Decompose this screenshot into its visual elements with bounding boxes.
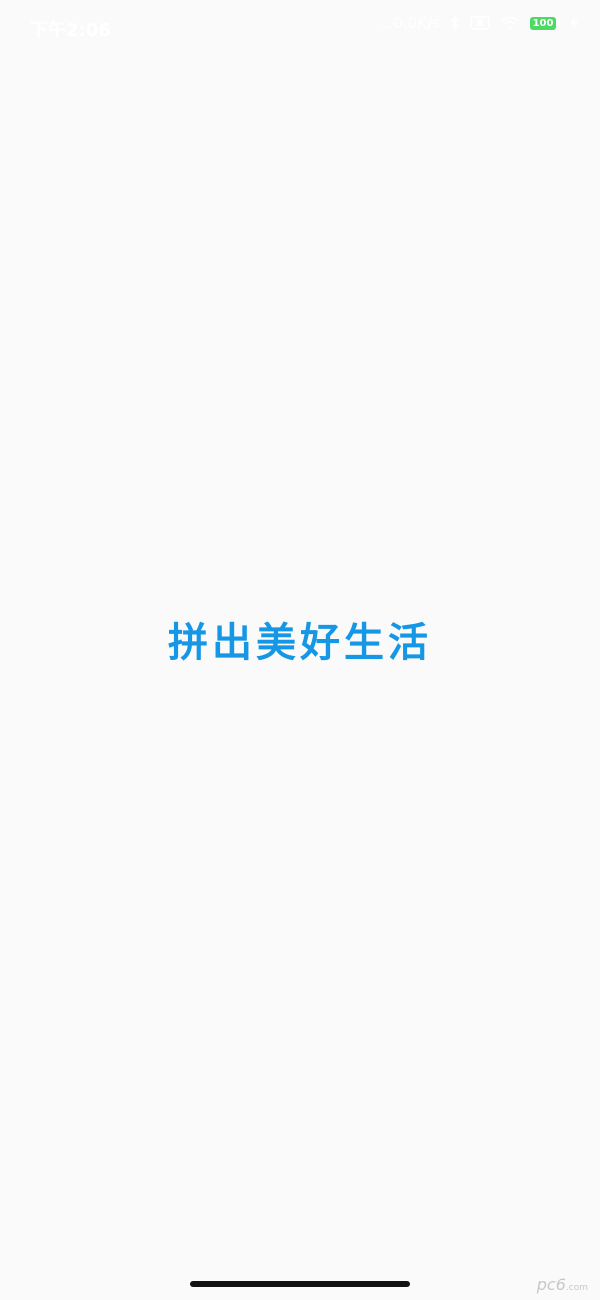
wifi-icon (500, 15, 520, 31)
status-bar: 下午2:06 ...0.0K/s 100 (0, 0, 600, 56)
splash-slogan: 拼出美好生活 (168, 620, 432, 666)
charging-icon (570, 16, 578, 30)
battery-level: 100 (530, 16, 556, 30)
splash-screen: 下午2:06 ...0.0K/s 100 拼出美好生活 pc6.com (0, 0, 600, 1300)
battery-icon: 100 (530, 16, 560, 30)
status-time: 下午2:06 (30, 20, 111, 41)
network-speed: ...0.0K/s (379, 14, 440, 32)
bluetooth-icon (450, 15, 460, 31)
battery-cap (558, 20, 560, 26)
watermark-suffix: .com (565, 1283, 588, 1293)
home-indicator[interactable] (190, 1281, 410, 1287)
sim-icon (470, 16, 490, 30)
watermark: pc6.com (537, 1275, 588, 1294)
watermark-brand: pc6 (536, 1275, 566, 1294)
status-icons: ...0.0K/s 100 (379, 14, 578, 32)
